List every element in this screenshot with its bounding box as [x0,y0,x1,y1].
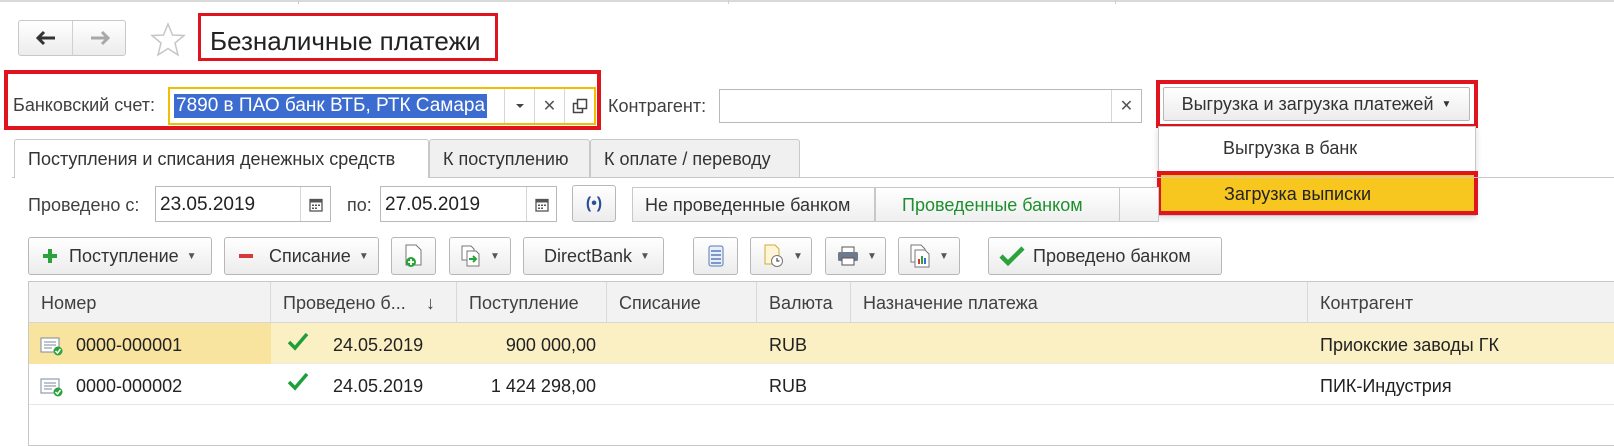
directbank-button[interactable]: DirectBank ▼ [523,237,664,275]
bank-account-field[interactable]: 7890 в ПАО банк ВТБ, РТК Самара ✕ [168,87,596,125]
add-receipt-label: Поступление [69,245,179,266]
report-chart-icon [910,244,930,268]
row-counterparty: ПИК-Индустрия [1320,376,1452,396]
document-history-button[interactable]: ▼ [750,237,812,275]
bank-account-open-button[interactable] [564,89,594,123]
back-button[interactable] [19,21,72,55]
segment-posted[interactable]: Проведенные банком [875,187,1120,222]
copy-document-button[interactable]: ▼ [449,237,511,275]
add-writeoff-button[interactable]: Списание ▼ [224,237,379,275]
period-to-label: по: [347,195,372,215]
period-to-value: 27.05.2019 [385,194,481,215]
chevron-down-icon: ▼ [640,250,650,262]
list-settings-button[interactable] [693,237,738,275]
new-document-icon [405,244,421,267]
plus-icon [43,249,57,263]
open-window-icon [572,98,587,114]
document-clock-icon [764,244,783,267]
exchange-payments-button[interactable]: Выгрузка и загрузка платежей ▼ [1163,87,1470,121]
chevron-down-icon: ▼ [490,250,500,262]
column-header-purpose[interactable]: Назначение платежа [851,282,1308,323]
counterparty-field[interactable]: ✕ [719,89,1142,123]
row-posted-date: 24.05.2019 [333,376,424,396]
bank-account-dropdown-button[interactable] [504,89,534,123]
chevron-down-icon [515,104,524,108]
menu-item-export-to-bank[interactable]: Выгрузка в банк [1158,128,1476,168]
column-header-expense[interactable]: Списание [607,282,757,323]
close-icon: ✕ [542,98,557,115]
page-title: Безналичные платежи [198,13,498,61]
row-currency: RUB [769,335,808,355]
document-posted-icon [40,336,64,361]
arrow-right-icon [90,30,110,46]
row-posted-date: 24.05.2019 [333,335,424,355]
exchange-signal-icon: (•) [585,194,603,212]
forward-button[interactable] [73,21,126,55]
period-to-field[interactable]: 27.05.2019 [380,186,557,222]
column-header-posted-date[interactable]: Проведено б... ↓ [271,282,457,323]
chevron-down-icon: ▼ [186,250,197,262]
navigation-buttons [18,20,126,56]
sort-arrow-icon: ↓ [426,293,435,313]
counterparty-clear-button[interactable]: ✕ [1111,90,1141,122]
period-from-label: Проведено с: [28,195,140,215]
directbank-label: DirectBank [544,245,633,266]
segment-not-posted[interactable]: Не проведенные банком [632,187,875,222]
checkmark-icon [287,331,309,356]
posted-by-bank-button[interactable]: Проведено банком [988,237,1222,275]
calendar-icon [534,198,549,212]
print-button[interactable]: ▼ [825,237,886,275]
column-header-counterparty[interactable]: Контрагент [1308,282,1614,323]
row-number: 0000-000001 [76,335,183,355]
counterparty-label: Контрагент: [608,96,707,116]
column-header-posted-date-label: Проведено б... [283,293,406,313]
checkmark-icon [999,246,1025,266]
tab-to-receive[interactable]: К поступлению [429,139,590,177]
segment-extra[interactable] [1119,187,1159,222]
period-from-field[interactable]: 23.05.2019 [155,186,331,222]
calendar-icon [308,198,323,212]
chevron-down-icon: ▼ [1441,98,1452,110]
period-from-value: 23.05.2019 [160,194,256,215]
create-document-button[interactable] [391,237,436,275]
column-header-currency[interactable]: Валюта [757,282,851,323]
copy-document-icon [461,245,480,267]
tab-receipts-and-writeoffs[interactable]: Поступления и списания денежных средств [14,139,429,178]
bank-account-label: Банковский счет: [13,95,156,115]
arrow-left-icon [35,30,55,46]
document-posted-icon [40,377,64,402]
row-number: 0000-000002 [76,376,183,396]
printer-icon [838,246,858,266]
exchange-payments-label: Выгрузка и загрузка платежей [1181,93,1434,114]
row-currency: RUB [769,376,808,396]
minus-icon [239,254,253,258]
chevron-down-icon: ▼ [793,250,803,262]
row-income: 1 424 298,00 [490,376,596,396]
column-header-income[interactable]: Поступление [457,282,607,323]
chevron-down-icon: ▼ [358,250,369,262]
add-writeoff-label: Списание [269,245,351,266]
tab-to-pay[interactable]: К оплате / переводу [590,139,800,177]
checkmark-icon [287,371,309,396]
list-icon [708,245,723,267]
favorite-star-button[interactable] [150,22,186,58]
period-from-calendar-button[interactable] [300,187,330,221]
window-top-border [0,0,1614,4]
star-icon [150,22,186,57]
posted-by-bank-label: Проведено банком [1033,245,1191,266]
bank-account-clear-button[interactable]: ✕ [534,89,564,123]
add-receipt-button[interactable]: Поступление ▼ [28,237,212,275]
period-to-calendar-button[interactable] [526,187,556,221]
bank-account-value: 7890 в ПАО банк ВТБ, РТК Самара [174,94,488,118]
close-icon: ✕ [1119,98,1134,115]
bank-exchange-button[interactable]: (•) [572,185,616,222]
reports-button[interactable]: ▼ [898,237,960,275]
chevron-down-icon: ▼ [867,250,877,262]
chevron-down-icon: ▼ [939,250,949,262]
row-counterparty: Приокские заводы ГК [1320,335,1499,355]
row-income: 900 000,00 [505,335,596,355]
column-header-number[interactable]: Номер [29,282,271,323]
